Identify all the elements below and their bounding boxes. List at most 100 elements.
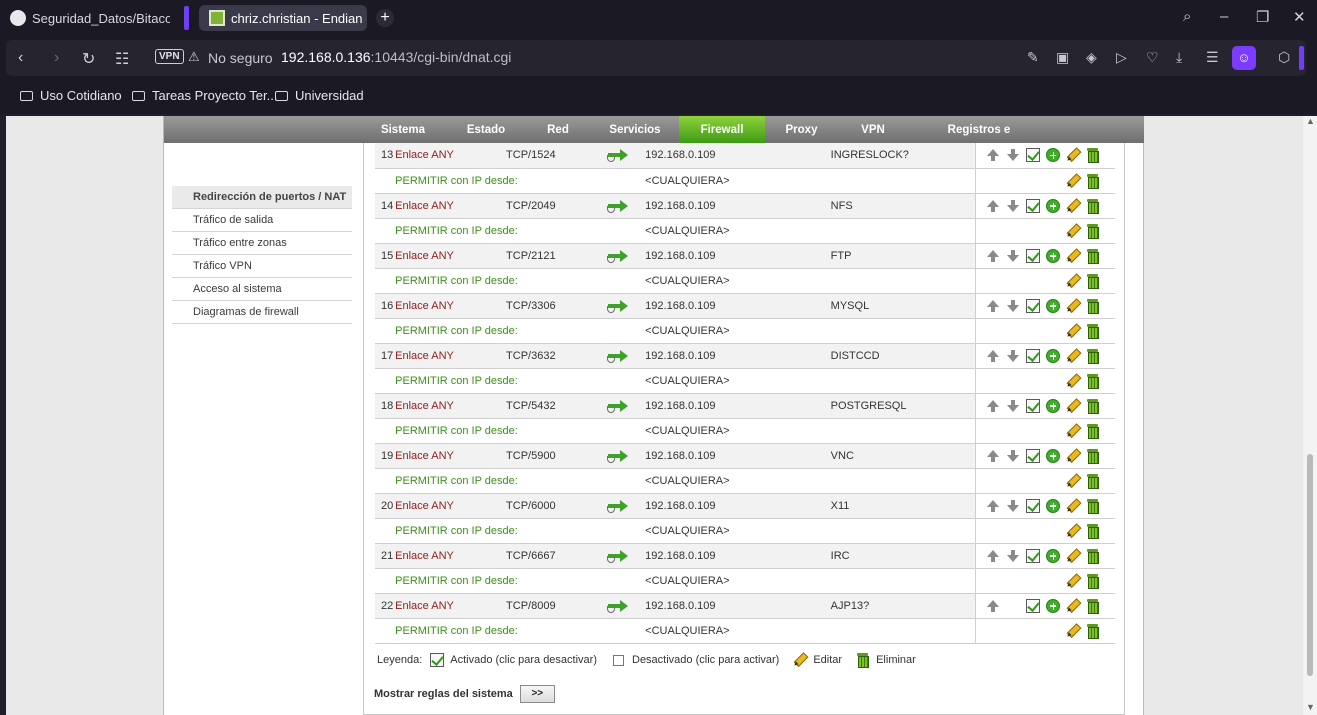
enabled-checkbox-icon[interactable] bbox=[1026, 148, 1041, 162]
move-down-icon[interactable] bbox=[1006, 249, 1020, 263]
trash-icon[interactable] bbox=[1086, 323, 1100, 339]
menu-red[interactable]: Red bbox=[540, 116, 576, 143]
move-up-icon[interactable] bbox=[986, 148, 1000, 162]
edit-pencil-icon[interactable] bbox=[1063, 296, 1083, 316]
submenu-system-access[interactable]: Acceso al sistema bbox=[172, 278, 352, 301]
move-down-icon[interactable] bbox=[1006, 449, 1020, 463]
enabled-checkbox-icon[interactable] bbox=[1026, 298, 1041, 313]
scroll-down-icon[interactable]: ▼ bbox=[1306, 702, 1315, 712]
tabs-grid-icon[interactable]: ☷ bbox=[115, 49, 129, 69]
edit-pencil-icon[interactable] bbox=[1063, 496, 1083, 516]
move-up-icon[interactable] bbox=[986, 249, 1000, 263]
trash-icon[interactable] bbox=[1086, 523, 1100, 539]
menu-servicios[interactable]: Servicios bbox=[602, 116, 668, 143]
edit-pencil-icon[interactable] bbox=[1063, 346, 1083, 366]
trash-icon[interactable] bbox=[1086, 448, 1100, 464]
edit-pencil-icon[interactable] bbox=[1063, 171, 1083, 191]
move-up-icon[interactable] bbox=[986, 349, 1000, 363]
heart-icon[interactable]: ♡ bbox=[1146, 49, 1159, 66]
move-up-icon[interactable] bbox=[986, 399, 1000, 413]
submenu-outgoing-traffic[interactable]: Tráfico de salida bbox=[172, 209, 352, 232]
menu-sistema[interactable]: Sistema bbox=[373, 116, 433, 143]
trash-icon[interactable] bbox=[1086, 223, 1100, 239]
add-rule-icon[interactable] bbox=[1046, 348, 1061, 363]
scrollbar-thumb[interactable] bbox=[1307, 454, 1313, 676]
move-up-icon[interactable] bbox=[986, 599, 1000, 613]
download-icon[interactable]: ⤓ bbox=[1176, 49, 1182, 66]
enabled-checkbox-icon[interactable] bbox=[1026, 398, 1041, 413]
forward-icon[interactable]: › bbox=[54, 49, 59, 67]
add-rule-icon[interactable] bbox=[1046, 398, 1061, 413]
edit-pencil-icon[interactable] bbox=[1063, 396, 1083, 416]
move-down-icon[interactable] bbox=[1006, 299, 1020, 313]
add-rule-icon[interactable] bbox=[1046, 198, 1061, 213]
menu-vpn[interactable]: VPN bbox=[854, 116, 892, 143]
move-down-icon[interactable] bbox=[1006, 199, 1020, 213]
trash-icon[interactable] bbox=[1086, 173, 1100, 189]
restore-icon[interactable]: ❐ bbox=[1256, 8, 1269, 26]
submenu-vpn-traffic[interactable]: Tráfico VPN bbox=[172, 255, 352, 278]
edit-pencil-icon[interactable] bbox=[1063, 321, 1083, 341]
tab-github[interactable]: Seguridad_Datos/Bitacora bbox=[0, 5, 170, 31]
edit-pencil-icon[interactable] bbox=[1063, 446, 1083, 466]
move-up-icon[interactable] bbox=[986, 199, 1000, 213]
bookmark-folder[interactable]: Universidad bbox=[275, 88, 364, 103]
submenu-port-forwarding[interactable]: Redirección de puertos / NAT bbox=[172, 186, 352, 209]
vpn-badge[interactable]: VPN bbox=[155, 49, 184, 64]
trash-icon[interactable] bbox=[1086, 548, 1100, 564]
move-down-icon[interactable] bbox=[1006, 499, 1020, 513]
add-rule-icon[interactable] bbox=[1046, 598, 1061, 613]
show-system-rules-button[interactable]: >> bbox=[519, 685, 555, 703]
edit-pencil-icon[interactable] bbox=[1063, 471, 1083, 491]
trash-icon[interactable] bbox=[1086, 398, 1100, 414]
edit-pencil-icon[interactable] bbox=[1063, 196, 1083, 216]
enabled-checkbox-icon[interactable] bbox=[1026, 448, 1041, 463]
back-icon[interactable]: ‹ bbox=[18, 49, 23, 67]
edit-pencil-icon[interactable] bbox=[1063, 421, 1083, 441]
edit-pencil-icon[interactable] bbox=[1063, 596, 1083, 616]
bookmark-folder[interactable]: Uso Cotidiano bbox=[20, 88, 122, 103]
camera-icon[interactable]: ▣ bbox=[1056, 49, 1069, 66]
trash-icon[interactable] bbox=[1086, 248, 1100, 264]
trash-icon[interactable] bbox=[1086, 198, 1100, 214]
edit-page-icon[interactable]: ✎ bbox=[1027, 49, 1039, 66]
send-icon[interactable]: ▷ bbox=[1116, 49, 1127, 66]
menu-registros[interactable]: Registros e informes bbox=[923, 116, 1035, 165]
reload-icon[interactable]: ↻ bbox=[82, 49, 95, 69]
enabled-checkbox-icon[interactable] bbox=[1026, 248, 1041, 263]
trash-icon[interactable] bbox=[1086, 498, 1100, 514]
enabled-checkbox-icon[interactable] bbox=[1026, 198, 1041, 213]
move-up-icon[interactable] bbox=[986, 549, 1000, 563]
enabled-checkbox-icon[interactable] bbox=[1026, 348, 1041, 363]
edit-pencil-icon[interactable] bbox=[1063, 521, 1083, 541]
trash-icon[interactable] bbox=[1086, 573, 1100, 589]
edit-pencil-icon[interactable] bbox=[1063, 145, 1083, 165]
move-up-icon[interactable] bbox=[986, 499, 1000, 513]
move-down-icon[interactable] bbox=[1006, 399, 1020, 413]
edit-pencil-icon[interactable] bbox=[1063, 546, 1083, 566]
trash-icon[interactable] bbox=[1086, 148, 1100, 163]
edit-pencil-icon[interactable] bbox=[1063, 221, 1083, 241]
submenu-inter-zone[interactable]: Tráfico entre zonas bbox=[172, 232, 352, 255]
submenu-firewall-diagrams[interactable]: Diagramas de firewall bbox=[172, 301, 352, 324]
tab-endian[interactable]: chriz.christian - Endian Fire bbox=[199, 5, 367, 31]
scroll-up-icon[interactable]: ▲ bbox=[1306, 116, 1315, 126]
menu-estado[interactable]: Estado bbox=[457, 116, 515, 143]
add-rule-icon[interactable] bbox=[1046, 148, 1061, 162]
trash-icon[interactable] bbox=[1086, 348, 1100, 364]
edit-pencil-icon[interactable] bbox=[1063, 246, 1083, 266]
enabled-checkbox-icon[interactable] bbox=[1026, 498, 1041, 513]
add-rule-icon[interactable] bbox=[1046, 248, 1061, 263]
trash-icon[interactable] bbox=[1086, 273, 1100, 289]
trash-icon[interactable] bbox=[1086, 623, 1100, 639]
url-field[interactable]: 192.168.0.136:10443/cgi-bin/dnat.cgi bbox=[281, 49, 511, 65]
close-icon[interactable]: ✕ bbox=[1293, 8, 1306, 26]
move-up-icon[interactable] bbox=[986, 449, 1000, 463]
trash-icon[interactable] bbox=[1086, 373, 1100, 389]
move-down-icon[interactable] bbox=[1006, 349, 1020, 363]
edit-pencil-icon[interactable] bbox=[1063, 271, 1083, 291]
bookmark-folder[interactable]: Tareas Proyecto Ter... bbox=[132, 88, 278, 103]
shield-icon[interactable]: ◈ bbox=[1086, 49, 1097, 66]
menu-proxy[interactable]: Proxy bbox=[779, 116, 824, 143]
add-rule-icon[interactable] bbox=[1046, 298, 1061, 313]
